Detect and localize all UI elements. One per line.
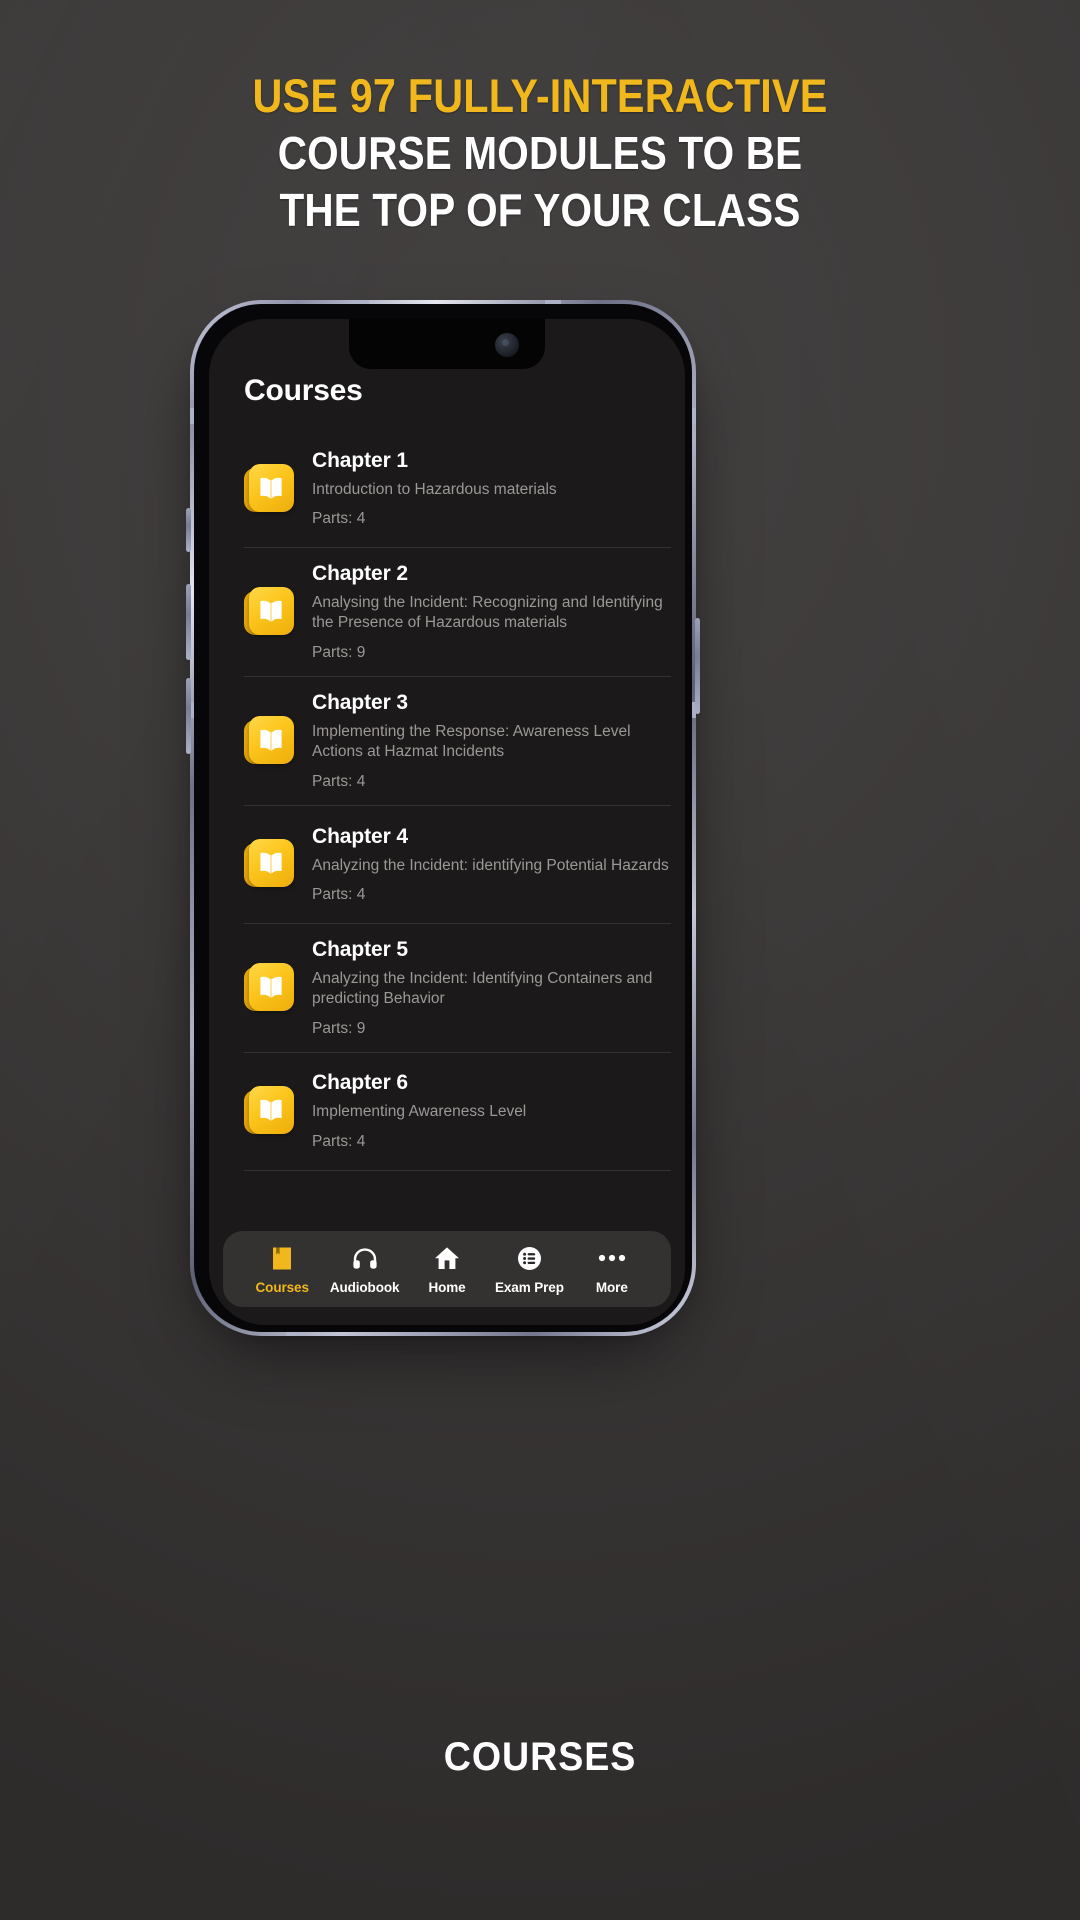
list-item-text: Chapter 4 Analyzing the Incident: identi… (312, 825, 671, 904)
list-item[interactable]: Chapter 2 Analysing the Incident: Recogn… (244, 548, 671, 677)
course-description: Implementing the Response: Awareness Lev… (312, 722, 631, 761)
course-title: Chapter 2 (312, 562, 408, 585)
book-icon (244, 463, 294, 514)
tab-label: Home (428, 1280, 466, 1295)
list-item[interactable]: Chapter 1 Introduction to Hazardous mate… (244, 430, 671, 548)
tab-label: Courses (255, 1280, 309, 1295)
course-parts: Parts: 4 (312, 510, 366, 528)
house-icon (434, 1245, 460, 1271)
notch (349, 319, 545, 369)
tab-label: Audiobook (329, 1280, 400, 1295)
tabbar-area: Courses Audiobook Home Exam Prep More (209, 1221, 685, 1325)
book-icon (244, 839, 294, 889)
list-circle-icon (517, 1245, 542, 1271)
course-title: Chapter 3 (312, 690, 408, 714)
course-parts: Parts: 9 (312, 1019, 366, 1037)
book-icon (244, 1086, 294, 1136)
tab-more[interactable]: More (571, 1245, 653, 1295)
tab-audiobook[interactable]: Audiobook (323, 1245, 405, 1295)
volume-down-button[interactable] (186, 678, 191, 754)
headline-line-2: COURSE MODULES TO BE (277, 127, 803, 179)
course-parts: Parts: 9 (312, 643, 366, 661)
list-item[interactable]: Chapter 5 Analyzing the Incident: Identi… (244, 924, 671, 1053)
mute-switch[interactable] (186, 508, 191, 552)
list-item[interactable]: Chapter 6 Implementing Awareness Level P… (244, 1053, 671, 1171)
course-title: Chapter 4 (312, 824, 408, 848)
list-item-text: Chapter 1 Introduction to Hazardous mate… (312, 449, 671, 528)
phone-screen: Courses Chapter 1 Introduction to Hazard… (209, 319, 685, 1325)
book-icon (244, 586, 294, 637)
phone-mockup: Courses Chapter 1 Introduction to Hazard… (186, 300, 700, 1336)
tab-home[interactable]: Home (406, 1245, 488, 1295)
volume-up-button[interactable] (186, 584, 191, 660)
course-description: Analyzing the Incident: identifying Pote… (312, 856, 669, 874)
list-item-text: Chapter 2 Analysing the Incident: Recogn… (312, 562, 671, 662)
course-title: Chapter 5 (312, 937, 408, 961)
list-item-text: Chapter 6 Implementing Awareness Level P… (312, 1071, 671, 1150)
power-button[interactable] (695, 618, 700, 714)
course-list[interactable]: Chapter 1 Introduction to Hazardous mate… (209, 430, 685, 1221)
headphones-icon (352, 1245, 378, 1271)
courses-app: Courses Chapter 1 Introduction to Hazard… (209, 319, 685, 1325)
front-camera (495, 333, 519, 357)
course-parts: Parts: 4 (312, 886, 366, 904)
headline: USE 97 FULLY-INTERACTIVE COURSE MODULES … (0, 72, 1080, 244)
headline-line-3: THE TOP OF YOUR CLASS (279, 184, 801, 236)
course-parts: Parts: 4 (312, 1132, 366, 1150)
bottom-caption: COURSES (443, 1735, 637, 1779)
course-title: Chapter 1 (312, 448, 408, 472)
headline-line-1: USE 97 FULLY-INTERACTIVE (252, 69, 828, 122)
bottom-tab-bar: Courses Audiobook Home Exam Prep More (223, 1231, 671, 1307)
course-parts: Parts: 4 (312, 772, 366, 790)
course-title: Chapter 6 (312, 1071, 408, 1095)
course-description: Analyzing the Incident: Identifying Cont… (312, 969, 653, 1008)
list-item[interactable]: Chapter 4 Analyzing the Incident: identi… (244, 806, 671, 924)
bookmark-book-icon (271, 1245, 293, 1271)
list-item-text: Chapter 3 Implementing the Response: Awa… (312, 691, 671, 791)
course-description: Analysing the Incident: Recognizing and … (312, 594, 663, 632)
tab-label: More (595, 1280, 628, 1295)
device-bezel: Courses Chapter 1 Introduction to Hazard… (194, 304, 692, 1332)
ellipsis-icon (598, 1245, 626, 1271)
course-description: Implementing Awareness Level (312, 1103, 527, 1121)
course-description: Introduction to Hazardous materials (312, 480, 557, 498)
tab-label: Exam Prep (494, 1280, 564, 1295)
list-item-text: Chapter 5 Analyzing the Incident: Identi… (312, 938, 671, 1038)
tab-exam-prep[interactable]: Exam Prep (488, 1245, 570, 1295)
book-icon (244, 715, 294, 766)
list-item[interactable]: Chapter 3 Implementing the Response: Awa… (244, 677, 671, 806)
book-icon (244, 962, 294, 1013)
device-frame: Courses Chapter 1 Introduction to Hazard… (186, 300, 700, 1336)
tab-courses[interactable]: Courses (241, 1245, 323, 1295)
